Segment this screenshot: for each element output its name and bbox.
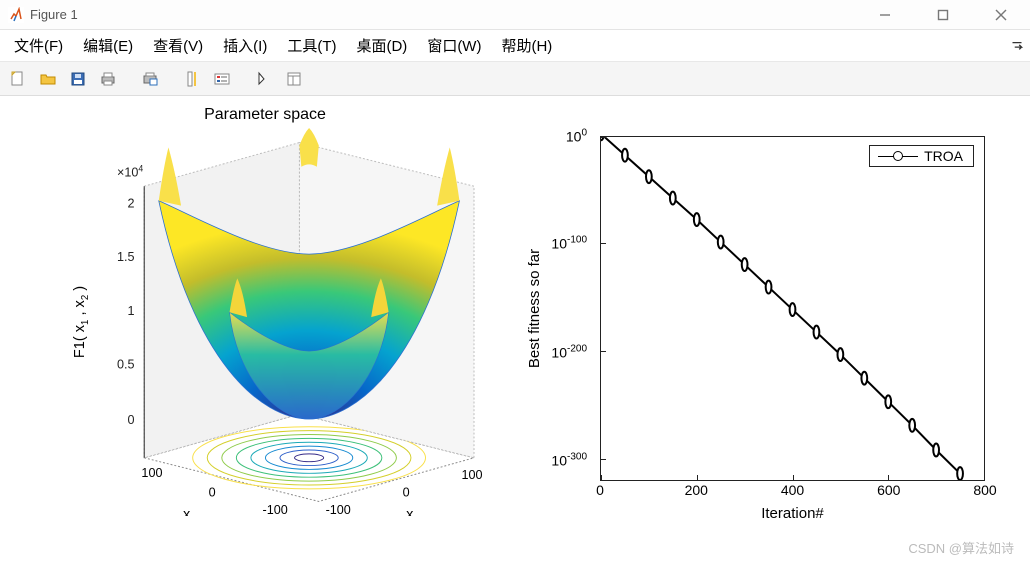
x-axis-label: Iteration#	[600, 505, 985, 522]
watermark: CSDN @算法如诗	[908, 538, 1014, 557]
axes-convergence[interactable]: Best fitness so far 100 10-100 10-200 10…	[520, 106, 1010, 526]
menu-window[interactable]: 窗口(W)	[417, 31, 491, 60]
menu-edit[interactable]: 编辑(E)	[73, 31, 143, 60]
svg-text:0: 0	[127, 413, 134, 427]
minimize-button[interactable]	[870, 4, 900, 26]
menu-overflow-icon[interactable]	[1008, 37, 1026, 55]
x2-label: x2	[183, 507, 196, 516]
z-multiplier: ×104	[117, 164, 143, 180]
surface-title: Parameter space	[20, 106, 510, 124]
z-label: F1( x1 , x2 )	[72, 286, 91, 358]
menu-insert[interactable]: 插入(I)	[213, 31, 277, 60]
save-button[interactable]	[64, 65, 92, 93]
ytick-300: 10-300	[527, 452, 587, 469]
insert-colorbar-button[interactable]	[178, 65, 206, 93]
insert-legend-button[interactable]	[208, 65, 236, 93]
print-button[interactable]	[94, 65, 122, 93]
xtick-600: 600	[877, 482, 900, 498]
menu-help[interactable]: 帮助(H)	[491, 31, 562, 60]
menu-file[interactable]: 文件(F)	[4, 31, 73, 60]
edit-plot-button[interactable]	[250, 65, 278, 93]
menu-tools[interactable]: 工具(T)	[277, 31, 346, 60]
new-figure-button[interactable]	[4, 65, 32, 93]
x1-label: x1	[406, 507, 419, 516]
legend[interactable]: TROA	[869, 145, 974, 167]
xtick-400: 400	[781, 482, 804, 498]
maximize-button[interactable]	[928, 4, 958, 26]
xtick-0: 0	[596, 482, 604, 498]
axes-3d-surface[interactable]: Parameter space	[20, 106, 510, 526]
property-inspector-button[interactable]	[280, 65, 308, 93]
svg-text:0: 0	[403, 486, 410, 500]
svg-text:-100: -100	[326, 503, 351, 516]
plot-area: TROA	[600, 136, 985, 481]
svg-text:-100: -100	[263, 503, 288, 516]
menu-view[interactable]: 查看(V)	[143, 31, 213, 60]
svg-text:100: 100	[462, 468, 483, 482]
svg-text:2: 2	[127, 197, 134, 211]
close-button[interactable]	[986, 4, 1016, 26]
svg-text:0: 0	[209, 486, 216, 500]
menubar: 文件(F) 编辑(E) 查看(V) 插入(I) 工具(T) 桌面(D) 窗口(W…	[0, 30, 1030, 62]
menu-desktop[interactable]: 桌面(D)	[346, 31, 417, 60]
xtick-800: 800	[973, 482, 996, 498]
line-plot-svg	[601, 137, 984, 480]
titlebar: Figure 1	[0, 0, 1030, 30]
legend-marker-icon	[878, 151, 918, 161]
xtick-200: 200	[685, 482, 708, 498]
ytick-100: 10-100	[527, 235, 587, 252]
toolbar	[0, 62, 1030, 96]
svg-text:100: 100	[141, 466, 162, 480]
ytick-0: 100	[527, 128, 587, 145]
figure-canvas[interactable]: Parameter space	[0, 96, 1030, 563]
svg-text:0.5: 0.5	[117, 358, 135, 372]
svg-text:1: 1	[127, 304, 134, 318]
open-button[interactable]	[34, 65, 62, 93]
z-axis: 0 0.5 1 1.5 2	[117, 197, 135, 427]
matlab-logo-icon	[8, 7, 24, 23]
print-preview-button[interactable]	[136, 65, 164, 93]
svg-text:1.5: 1.5	[117, 250, 135, 264]
window-title: Figure 1	[30, 7, 78, 22]
legend-label: TROA	[924, 148, 963, 164]
ytick-200: 10-200	[527, 343, 587, 360]
